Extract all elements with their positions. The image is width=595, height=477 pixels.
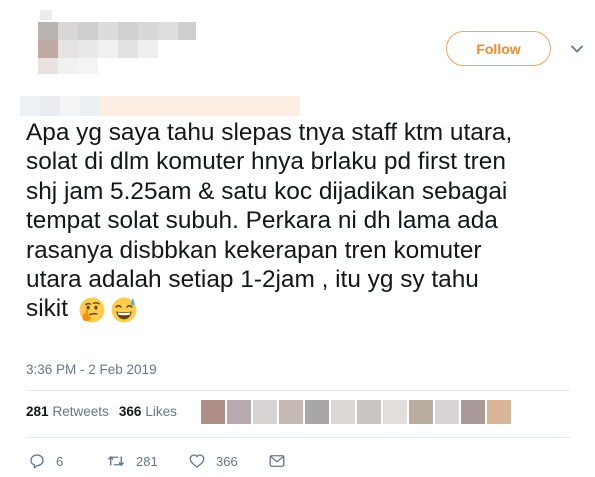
avatar[interactable]	[357, 400, 381, 424]
divider	[26, 437, 571, 438]
tweet-header: Follow	[0, 0, 595, 116]
avatar[interactable]	[435, 400, 459, 424]
heart-icon	[189, 454, 205, 468]
likes-count: 366	[118, 404, 142, 419]
avatar[interactable]	[383, 400, 407, 424]
tweet-line-text: sikit	[26, 295, 69, 323]
emoji-row	[78, 296, 138, 324]
tweet-line: shj jam 5.25am & satu koc dijadikan seba…	[26, 177, 508, 205]
avatar[interactable]	[227, 400, 251, 424]
tweet-line: solat di dlm komuter hnya brlaku pd firs…	[26, 148, 506, 176]
retweets-label: Retweets	[52, 404, 109, 419]
avatar[interactable]	[487, 400, 511, 424]
reply-count: 6	[56, 453, 64, 469]
avatar[interactable]	[461, 400, 485, 424]
tweet-line: tempat solat subuh. Perkara ni dh lama a…	[26, 207, 498, 235]
direct-message-button[interactable]	[268, 452, 286, 470]
avatar[interactable]	[201, 400, 225, 424]
avatar[interactable]	[331, 400, 355, 424]
tweet-text: Apa yg saya tahu slepas tnya staff ktm u…	[26, 118, 586, 324]
retweets-stat[interactable]: 281 Retweets	[26, 404, 109, 419]
grinning-sweat-emoji	[111, 297, 137, 323]
tweet-stats: 281 Retweets 366 Likes	[26, 404, 177, 419]
likes-stat[interactable]: 366 Likes	[119, 404, 177, 419]
avatar[interactable]	[253, 400, 277, 424]
mail-icon	[269, 455, 285, 467]
retweet-count: 281	[136, 453, 158, 469]
chevron-down-icon[interactable]	[570, 42, 584, 56]
tweet-line: utara adalah setiap 1-2jam , itu yg sy t…	[26, 265, 479, 293]
likes-label: Likes	[145, 404, 177, 419]
retweets-count: 281	[26, 404, 49, 419]
tweet-line: rasanya disbbkan kekerapan tren komuter	[26, 236, 482, 264]
follow-button[interactable]: Follow	[446, 31, 551, 66]
avatar[interactable]	[279, 400, 303, 424]
avatar[interactable]	[305, 400, 329, 424]
divider	[26, 390, 571, 391]
retweet-button[interactable]: 281	[106, 452, 158, 470]
retweet-icon	[107, 456, 125, 466]
liker-avatars	[201, 400, 511, 424]
thinking-face-emoji	[79, 297, 105, 323]
avatar[interactable]	[409, 400, 433, 424]
tweet-timestamp[interactable]: 3:36 PM - 2 Feb 2019	[26, 362, 157, 377]
reply-icon	[30, 454, 44, 469]
tweet-line: Apa yg saya tahu slepas tnya staff ktm u…	[26, 119, 513, 146]
like-button[interactable]: 366	[188, 452, 238, 470]
like-count: 366	[216, 453, 238, 469]
tweet-line-last: sikit	[26, 294, 586, 323]
reply-button[interactable]: 6	[28, 452, 63, 470]
